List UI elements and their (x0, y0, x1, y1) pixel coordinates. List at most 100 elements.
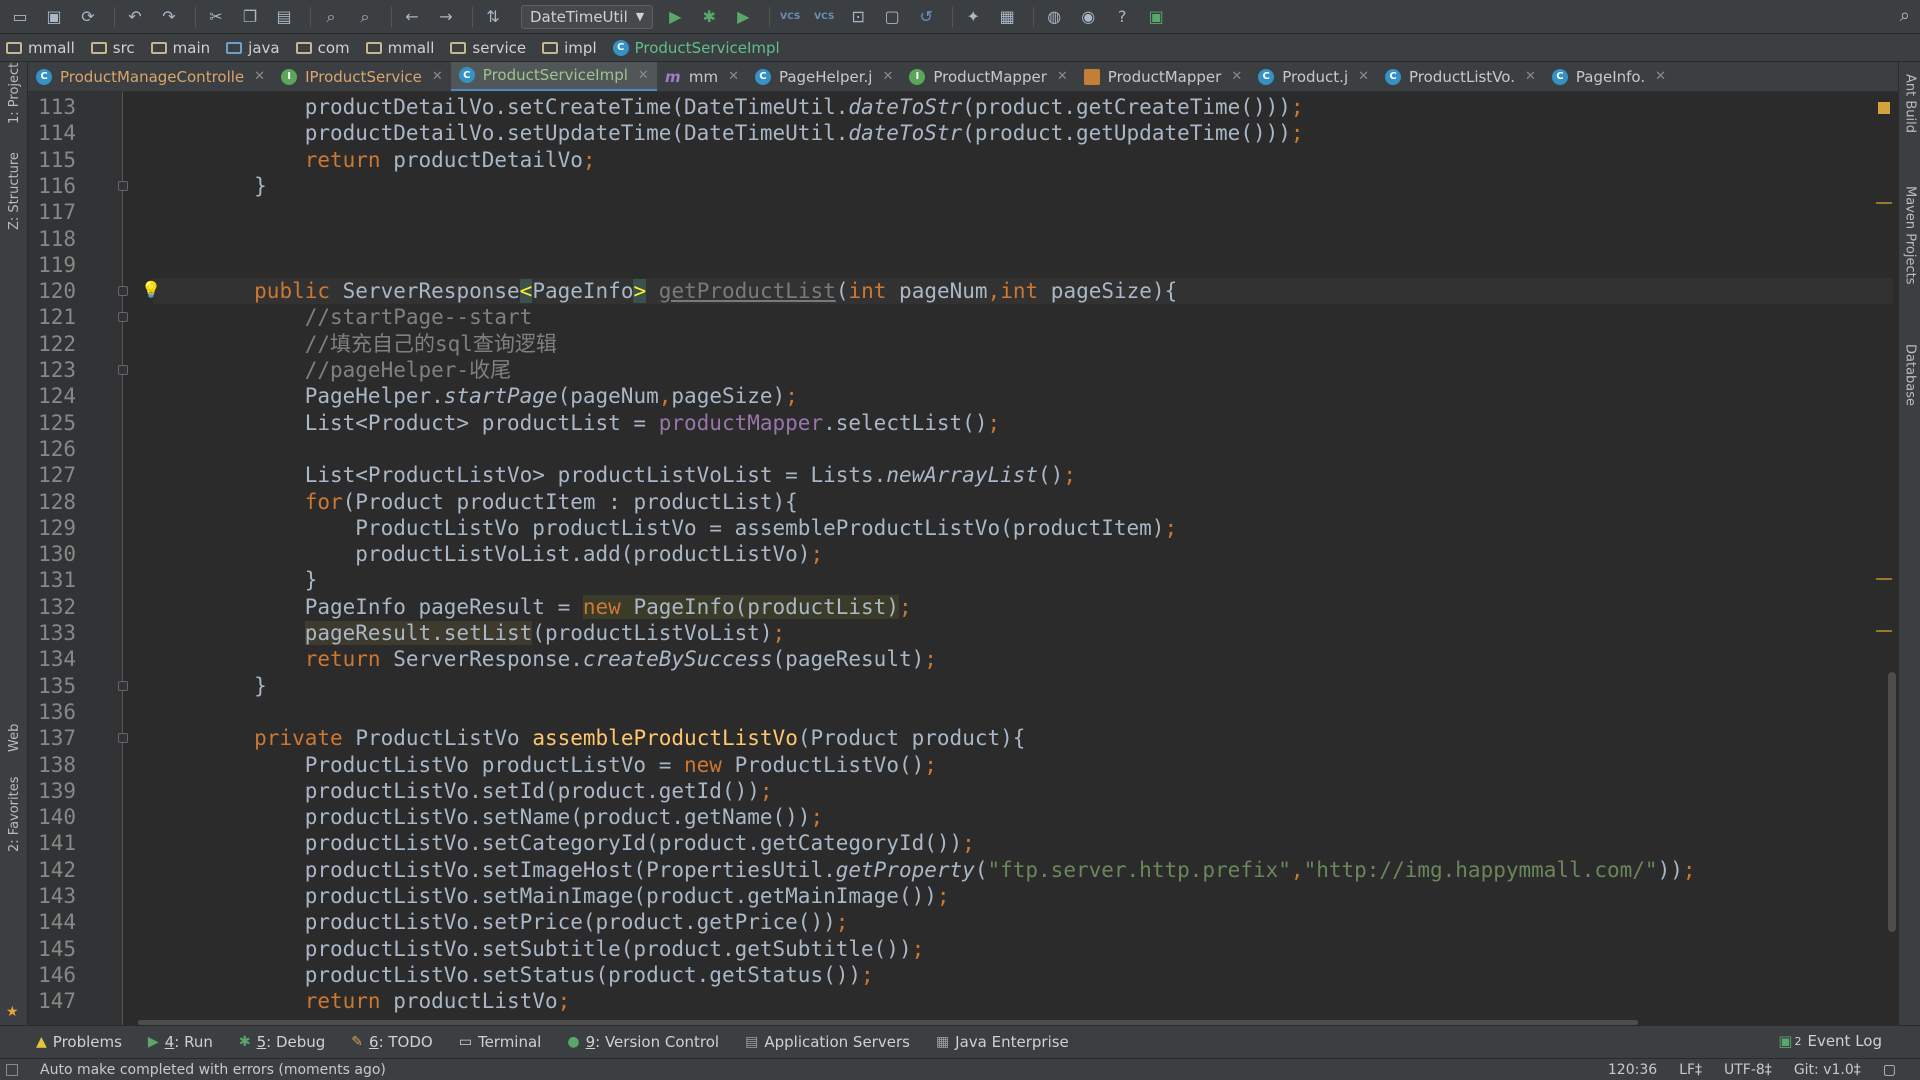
close-icon[interactable]: ✕ (432, 69, 443, 84)
code-line[interactable]: List<ProductListVo> productListVoList = … (153, 462, 1076, 488)
error-stripe-mark[interactable] (1876, 202, 1892, 204)
code-line[interactable]: PageInfo pageResult = new PageInfo(produ… (153, 594, 912, 620)
caret-position[interactable]: 120:36 (1608, 1062, 1657, 1078)
editor-tab[interactable]: C ProductServiceImpl ✕ (450, 62, 657, 91)
code-line[interactable]: for(Product productItem : productList){ (153, 489, 798, 515)
fold-marker[interactable] (118, 365, 128, 375)
code-line[interactable]: productDetailVo.setUpdateTime(DateTimeUt… (153, 120, 1304, 146)
open-folder-icon[interactable]: ▭ (6, 3, 34, 31)
search-everywhere-icon[interactable]: ⌕ (1900, 5, 1910, 26)
code-line[interactable]: } (153, 673, 267, 699)
breadcrumb-item[interactable]: src (90, 39, 135, 57)
code-line[interactable]: productListVo.setPrice(product.getPrice(… (153, 909, 849, 935)
tool-window-web[interactable]: Web (0, 702, 28, 752)
editor-tab[interactable]: C ProductManageControlle ✕ (28, 62, 273, 91)
android-icon[interactable]: ◍ (1040, 3, 1068, 31)
close-icon[interactable]: ✕ (1525, 69, 1536, 84)
editor-tab[interactable]: C ProductListVo. ✕ (1377, 62, 1544, 91)
error-stripe-mark[interactable] (1876, 578, 1892, 580)
git-branch[interactable]: Git: v1.0‡ (1794, 1062, 1861, 1078)
project-structure-icon[interactable]: ▦ (993, 3, 1021, 31)
tool-window-project[interactable]: 1: Project (0, 62, 28, 124)
vcs-commit-icon[interactable]: VCS (810, 3, 838, 31)
save-icon[interactable]: ▣ (40, 3, 68, 31)
code-line[interactable]: productListVo.setSubtitle(product.getSub… (153, 936, 925, 962)
code-line[interactable]: productDetailVo.setCreateTime(DateTimeUt… (153, 94, 1304, 120)
tool-window-button[interactable]: ▤ Application Servers (745, 1033, 910, 1051)
code-line[interactable]: //pageHelper-收尾 (153, 357, 511, 383)
inspection-status-icon[interactable] (1878, 102, 1890, 114)
status-message[interactable]: Auto make completed with errors (moments… (40, 1062, 386, 1078)
tool-window-button[interactable]: ▭ Terminal (459, 1033, 542, 1051)
tool-window-button[interactable]: ✎ 6: TODO (351, 1033, 432, 1051)
fold-marker[interactable] (118, 733, 128, 744)
breadcrumb-item[interactable]: main (150, 39, 210, 57)
tool-window-button[interactable]: ▦ Java Enterprise (936, 1033, 1069, 1051)
code-line[interactable]: pageResult.setList(productListVoList); (153, 620, 785, 646)
close-icon[interactable]: ✕ (1057, 69, 1068, 84)
line-separator[interactable]: LF‡ (1679, 1062, 1702, 1078)
editor-tab[interactable]: m mm ✕ (657, 62, 747, 91)
breadcrumb-item[interactable]: service (450, 39, 526, 57)
breadcrumb-item[interactable]: mmall (6, 39, 75, 57)
breadcrumb-item[interactable]: C ProductServiceImpl (612, 39, 780, 57)
editor-tab[interactable]: C PageHelper.j ✕ (747, 62, 901, 91)
breadcrumb-item[interactable]: mmall (365, 39, 434, 57)
replace-icon[interactable]: ⌕ (351, 3, 379, 31)
close-icon[interactable]: ✕ (254, 69, 265, 84)
vcs-update-icon[interactable]: VCS (776, 3, 804, 31)
build-icon[interactable]: ⇅ (479, 3, 507, 31)
vertical-scrollbar[interactable] (1888, 672, 1896, 932)
sdk-icon[interactable]: ◉ (1074, 3, 1102, 31)
forward-icon[interactable]: → (432, 3, 460, 31)
intention-bulb-icon[interactable]: 💡 (141, 280, 161, 299)
code-line[interactable]: //startPage--start (153, 304, 533, 330)
editor-tab[interactable]: I IProductService ✕ (273, 62, 451, 91)
tool-window-database[interactable]: Database (1899, 344, 1920, 434)
revert-icon[interactable]: ↺ (912, 3, 940, 31)
cut-icon[interactable]: ✂ (202, 3, 230, 31)
code-line[interactable]: productListVo.setImageHost(PropertiesUti… (153, 857, 1696, 883)
code-line[interactable]: productListVo.setCategoryId(product.getC… (153, 830, 975, 856)
find-icon[interactable]: ⌕ (317, 3, 345, 31)
code-line[interactable]: return productListVo; (153, 988, 571, 1014)
sync-icon[interactable]: ⟳ (74, 3, 102, 31)
code-line[interactable]: ProductListVo productListVo = assemblePr… (153, 515, 1177, 541)
code-line[interactable]: return productDetailVo; (153, 147, 596, 173)
settings-wrench-icon[interactable]: ✦ (959, 3, 987, 31)
code-line[interactable]: private ProductListVo assembleProductLis… (153, 725, 1025, 751)
tool-window-button[interactable]: ● 9: Version Control (567, 1033, 719, 1051)
tool-window-button[interactable]: ▲ Problems (36, 1033, 122, 1051)
debug-icon[interactable]: ✱ (695, 3, 723, 31)
code-line[interactable]: List<Product> productList = productMappe… (153, 410, 1000, 436)
code-line[interactable]: public ServerResponse<PageInfo> getProdu… (153, 278, 1893, 305)
code-line[interactable]: return ServerResponse.createBySuccess(pa… (153, 646, 937, 672)
tool-window-maven-projects[interactable]: Maven Projects (1899, 186, 1920, 316)
tool-window-button[interactable]: ▶ 4: Run (148, 1033, 213, 1051)
code-line[interactable]: productListVo.setName(product.getName())… (153, 804, 823, 830)
close-icon[interactable]: ✕ (1655, 69, 1666, 84)
line-number-gutter[interactable]: 113 114 115 116 117 118 119 120 121 122 123 124 125 1… (28, 92, 123, 1025)
back-icon[interactable]: ← (398, 3, 426, 31)
vcs-compare-icon[interactable]: ⊡ (844, 3, 872, 31)
run-configuration-select[interactable]: DateTimeUtil ▼ (521, 4, 654, 29)
fold-marker[interactable] (118, 680, 128, 691)
breadcrumb-item[interactable]: impl (542, 39, 597, 57)
code-line[interactable]: productListVo.setId(product.getId()); (153, 778, 773, 804)
paste-icon[interactable]: ▤ (270, 3, 298, 31)
toggle-tool-windows-icon[interactable] (6, 1063, 18, 1076)
tool-window-structure[interactable]: Z: Structure (0, 134, 28, 230)
close-icon[interactable]: ✕ (1231, 69, 1242, 84)
vcs-history-icon[interactable]: ▢ (878, 3, 906, 31)
code-line[interactable]: productListVo.setStatus(product.getStatu… (153, 962, 874, 988)
close-icon[interactable]: ✕ (882, 69, 893, 84)
error-stripe-mark[interactable] (1876, 630, 1892, 632)
code-line[interactable]: productListVoList.add(productListVo); (153, 541, 823, 567)
coverage-icon[interactable]: ▶ (729, 3, 757, 31)
undo-icon[interactable]: ↶ (121, 3, 149, 31)
code-editor[interactable]: 113 114 115 116 117 118 119 120 121 122 123 124 125 1… (28, 92, 1898, 1025)
breadcrumb-item[interactable]: java (226, 39, 280, 57)
help-icon[interactable]: ? (1108, 3, 1136, 31)
code-line[interactable]: //填充自己的sql查询逻辑 (153, 331, 557, 357)
lock-icon[interactable]: ▢ (1883, 1062, 1896, 1078)
